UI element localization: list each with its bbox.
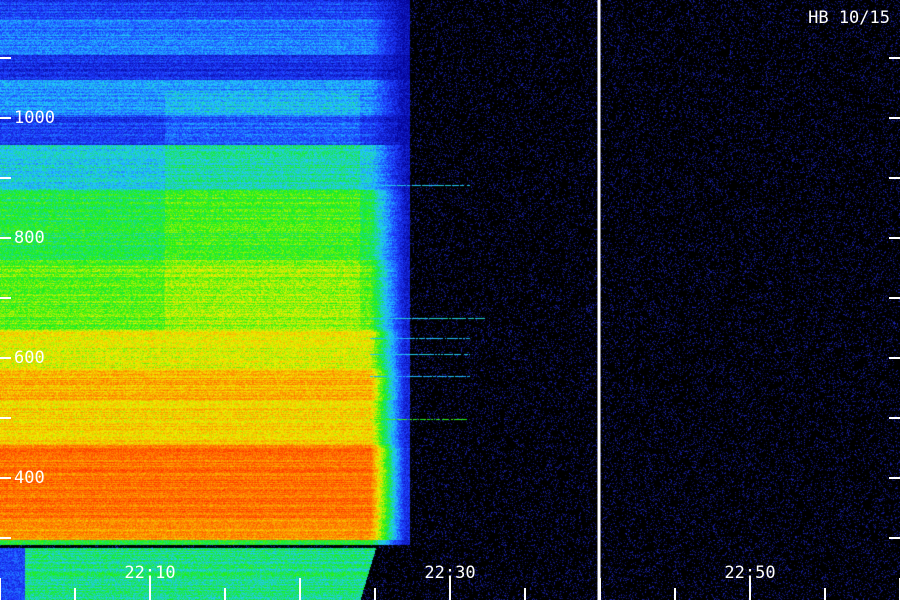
y-tick-label-600: 600 (14, 348, 45, 368)
y-tick-label-1000: 1000 (14, 108, 55, 128)
x-tick-label-2210: 22:10 (124, 563, 175, 583)
x-tick-label-2250: 22:50 (724, 563, 775, 583)
y-tick-label-400: 400 (14, 468, 45, 488)
chart-title: HB 10/15 (808, 8, 890, 28)
y-tick-label-800: 800 (14, 228, 45, 248)
chart-overlay: HB 10/15 1000 800 600 400 22:10 22:30 22… (0, 0, 900, 600)
spectrogram-chart: HB 10/15 1000 800 600 400 22:10 22:30 22… (0, 0, 900, 600)
y-axis-ticks (0, 57, 900, 539)
x-tick-label-2230: 22:30 (424, 563, 475, 583)
